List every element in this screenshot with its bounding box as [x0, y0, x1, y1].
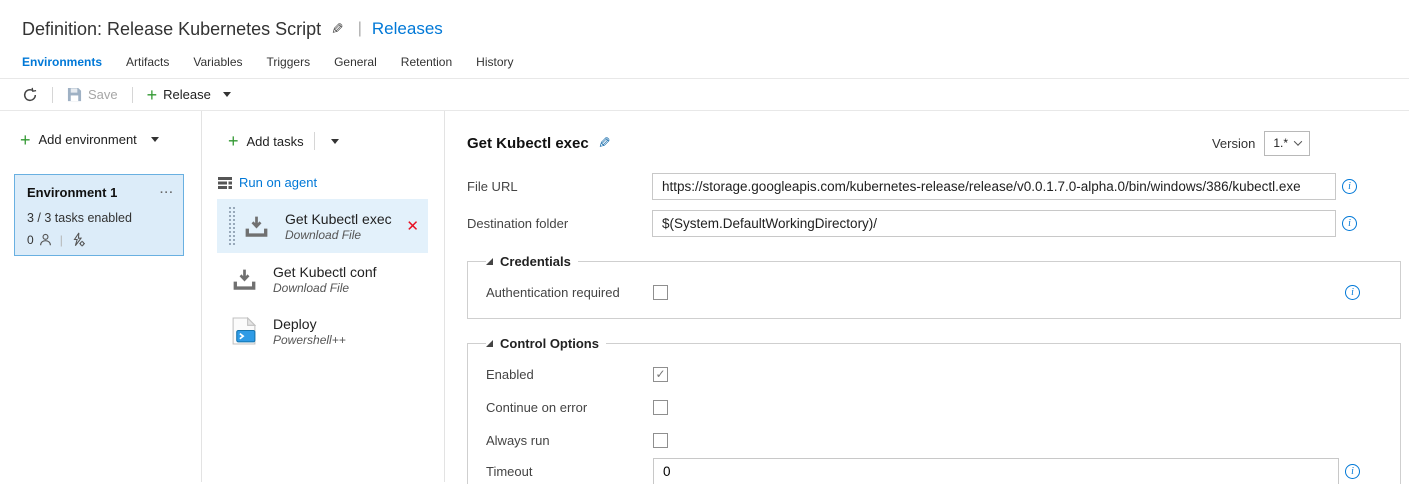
tab-artifacts[interactable]: Artifacts — [126, 55, 169, 69]
credentials-section: Credentials Authentication required i — [467, 254, 1401, 319]
environments-panel: + Add environment Environment 1 ··· 3 / … — [0, 111, 202, 482]
task-name: Get Kubectl exec — [285, 211, 392, 227]
section-expand-icon — [486, 258, 493, 265]
release-button[interactable]: + Release — [147, 87, 231, 102]
tab-general[interactable]: General — [334, 55, 377, 69]
download-file-icon — [233, 269, 256, 290]
task-name: Get Kubectl conf — [273, 264, 377, 280]
task-row-deploy[interactable]: Deploy Powershell++ — [217, 305, 428, 357]
agent-icon — [218, 177, 232, 189]
toolbar-separator — [132, 87, 133, 103]
credentials-section-header[interactable]: Credentials — [486, 254, 578, 269]
plus-icon: + — [228, 134, 239, 148]
add-tasks-button[interactable]: + Add tasks — [228, 132, 444, 150]
person-icon[interactable] — [39, 233, 52, 246]
environment-tasks-summary: 3 / 3 tasks enabled — [27, 211, 174, 225]
always-run-label: Always run — [486, 433, 653, 448]
refresh-button[interactable] — [22, 87, 38, 103]
timeout-input[interactable] — [653, 458, 1339, 484]
destination-folder-input[interactable] — [652, 210, 1336, 237]
powershell-icon — [232, 317, 256, 345]
file-url-input[interactable] — [652, 173, 1336, 200]
version-select[interactable]: 1.* — [1264, 131, 1310, 156]
chevron-down-icon — [151, 137, 159, 142]
delete-task-icon[interactable]: ✕ — [406, 217, 419, 235]
page-title: Definition: Release Kubernetes Script — [22, 19, 321, 40]
continue-on-error-checkbox[interactable] — [653, 400, 668, 415]
task-type: Powershell++ — [273, 333, 346, 347]
toolbar: Save + Release — [0, 79, 1409, 111]
task-row-get-kubectl-conf[interactable]: Get Kubectl conf Download File — [217, 253, 428, 305]
tab-retention[interactable]: Retention — [401, 55, 452, 69]
task-row-get-kubectl-exec[interactable]: Get Kubectl exec Download File ✕ — [217, 199, 428, 253]
task-details-panel: Get Kubectl exec ✎ Version 1.* File URL … — [445, 111, 1409, 482]
section-expand-icon — [486, 340, 493, 347]
chevron-down-icon[interactable] — [331, 139, 339, 144]
add-tasks-label: Add tasks — [247, 134, 304, 149]
version-value: 1.* — [1273, 136, 1288, 150]
edit-title-pencil-icon[interactable]: ✎ — [331, 20, 344, 38]
save-button[interactable]: Save — [67, 87, 118, 102]
file-url-label: File URL — [467, 179, 652, 194]
task-name: Deploy — [273, 316, 346, 332]
authentication-required-checkbox[interactable] — [653, 285, 668, 300]
info-icon[interactable]: i — [1345, 464, 1360, 479]
plus-icon: + — [147, 88, 158, 102]
continue-on-error-label: Continue on error — [486, 400, 653, 415]
save-floppy-icon — [67, 87, 82, 102]
control-options-section: Control Options Enabled Continue on erro… — [467, 336, 1401, 484]
add-environment-button[interactable]: + Add environment — [20, 132, 201, 147]
version-label: Version — [1212, 136, 1255, 151]
task-type: Download File — [273, 281, 377, 295]
control-options-section-title: Control Options — [500, 336, 599, 351]
tab-bar: Environments Artifacts Variables Trigger… — [0, 44, 1409, 79]
chevron-down-icon — [1294, 137, 1302, 145]
tab-history[interactable]: History — [476, 55, 513, 69]
run-on-agent-label: Run on agent — [239, 175, 317, 190]
environment-menu-ellipsis[interactable]: ··· — [160, 187, 174, 199]
header: Definition: Release Kubernetes Script ✎ … — [0, 0, 1409, 44]
task-details-title: Get Kubectl exec — [467, 135, 589, 152]
tasks-panel: + Add tasks Run on agent — [202, 111, 445, 482]
tab-variables[interactable]: Variables — [193, 55, 242, 69]
download-file-icon — [245, 216, 268, 237]
authentication-required-label: Authentication required — [486, 285, 653, 300]
icon-separator: | — [60, 233, 63, 247]
refresh-icon — [22, 87, 38, 103]
toolbar-separator — [52, 87, 53, 103]
info-icon[interactable]: i — [1342, 179, 1357, 194]
enabled-label: Enabled — [486, 367, 653, 382]
save-label: Save — [88, 87, 118, 102]
info-icon[interactable]: i — [1345, 285, 1360, 300]
always-run-checkbox[interactable] — [653, 433, 668, 448]
enabled-checkbox[interactable] — [653, 367, 668, 382]
control-options-section-header[interactable]: Control Options — [486, 336, 606, 351]
task-list: Get Kubectl exec Download File ✕ Get Kub… — [202, 199, 444, 357]
trigger-bolt-gear-icon[interactable] — [71, 232, 85, 247]
chevron-down-icon — [223, 92, 231, 97]
timeout-label: Timeout — [486, 464, 653, 479]
environment-name: Environment 1 — [27, 185, 117, 200]
environment-card[interactable]: Environment 1 ··· 3 / 3 tasks enabled 0 … — [14, 174, 184, 256]
title-separator: | — [358, 20, 362, 38]
add-environment-label: Add environment — [39, 132, 137, 147]
drag-handle[interactable] — [228, 206, 236, 246]
info-icon[interactable]: i — [1342, 216, 1357, 231]
releases-link[interactable]: Releases — [372, 19, 443, 39]
approvals-count: 0 — [27, 233, 34, 247]
credentials-section-title: Credentials — [500, 254, 571, 269]
run-on-agent-group[interactable]: Run on agent — [218, 175, 444, 190]
destination-folder-label: Destination folder — [467, 216, 652, 231]
tab-triggers[interactable]: Triggers — [267, 55, 311, 69]
release-label: Release — [163, 87, 211, 102]
edit-task-name-pencil-icon[interactable]: ✎ — [598, 134, 611, 152]
plus-icon: + — [20, 133, 31, 147]
task-type: Download File — [285, 228, 392, 242]
button-separator — [314, 132, 315, 150]
tab-environments[interactable]: Environments — [22, 55, 102, 69]
